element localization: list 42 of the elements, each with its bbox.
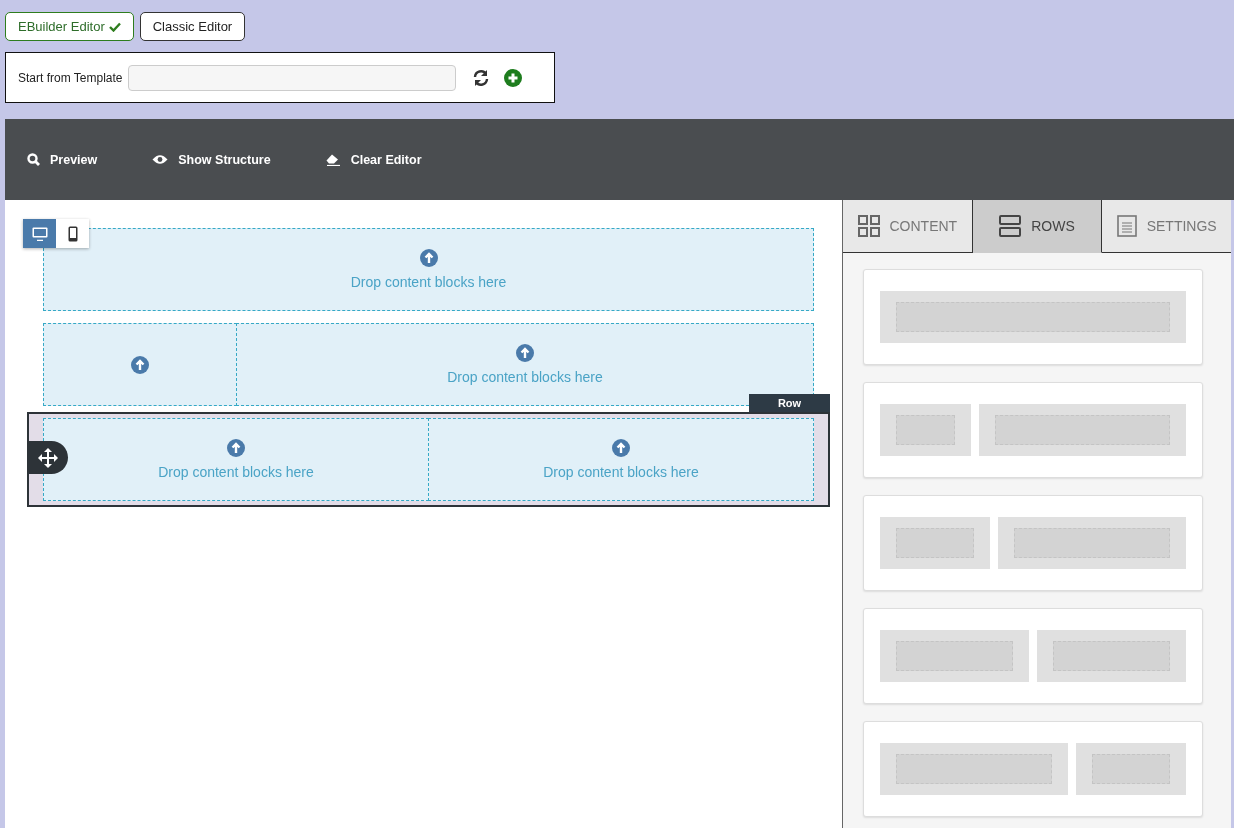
- panel-tab[interactable]: ROWS: [972, 200, 1103, 253]
- drop-hint: Drop content blocks here: [543, 464, 699, 480]
- eye-icon: [152, 154, 169, 165]
- toolbar-button[interactable]: Clear Editor: [325, 152, 422, 167]
- phone-icon: [67, 225, 78, 242]
- row-layout-card[interactable]: [863, 269, 1203, 365]
- upload-icon: [612, 439, 630, 457]
- editor-mode-button[interactable]: Classic Editor: [139, 12, 246, 41]
- upload-icon: [516, 344, 534, 362]
- editor-mode-button[interactable]: EBuilder Editor: [5, 12, 134, 41]
- template-label: Start from Template: [18, 70, 123, 85]
- drop-zone[interactable]: [43, 323, 237, 406]
- row-label: Row: [749, 394, 830, 412]
- move-icon: [37, 447, 58, 468]
- upload-icon: [131, 355, 149, 374]
- panel-tab[interactable]: CONTENT: [843, 200, 973, 253]
- desktop-view-button[interactable]: [23, 219, 56, 248]
- grid-icon: [857, 215, 880, 237]
- move-handle[interactable]: [27, 441, 68, 474]
- template-field[interactable]: [128, 64, 457, 91]
- rows-icon: [999, 215, 1022, 237]
- upload-icon: [227, 439, 245, 457]
- row-layout-card[interactable]: [863, 608, 1203, 704]
- toolbar-button[interactable]: Show Structure: [152, 152, 271, 167]
- panel-tab[interactable]: SETTINGS: [1102, 200, 1231, 253]
- row-layout-card[interactable]: [863, 382, 1203, 478]
- monitor-icon: [31, 226, 48, 241]
- toolbar-button[interactable]: Preview: [27, 152, 98, 167]
- search-icon: [27, 153, 40, 166]
- refresh-icon[interactable]: [472, 68, 491, 87]
- eraser-icon: [325, 153, 341, 166]
- mobile-view-button[interactable]: [56, 219, 89, 248]
- drop-hint: Drop content blocks here: [350, 274, 507, 290]
- add-icon[interactable]: [504, 68, 523, 87]
- upload-icon: [419, 249, 438, 267]
- drop-hint: Drop content blocks here: [447, 369, 603, 385]
- document-icon: [1116, 215, 1137, 237]
- row-layout-card[interactable]: [863, 721, 1203, 817]
- check-icon: [108, 21, 121, 32]
- block-placeholder: [896, 415, 955, 445]
- drop-hint: Drop content blocks here: [158, 464, 314, 480]
- row-layout-card[interactable]: [863, 495, 1203, 591]
